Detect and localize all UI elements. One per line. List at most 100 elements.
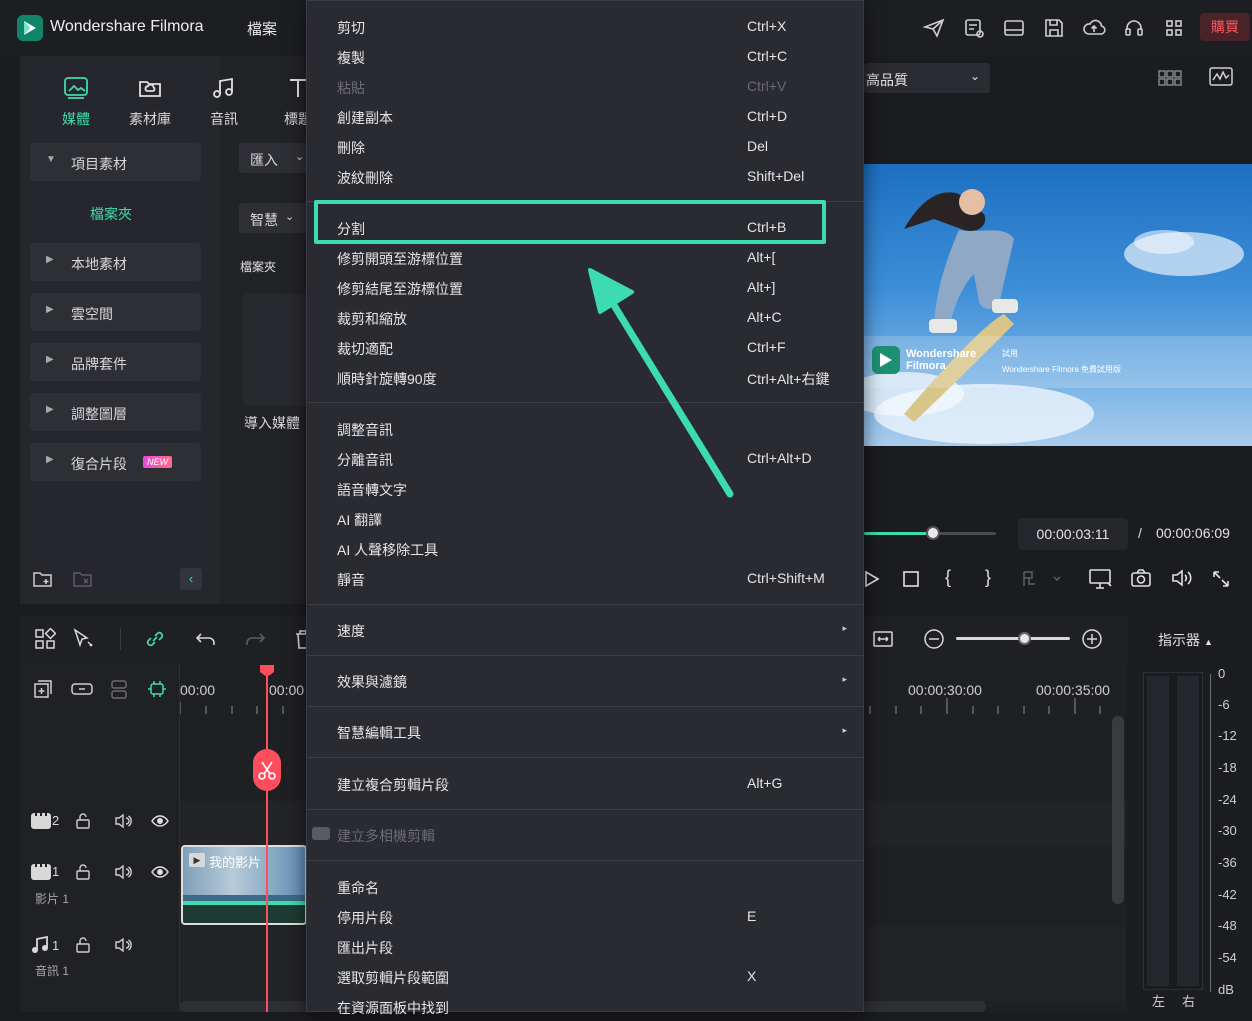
save-icon[interactable] <box>1042 16 1066 40</box>
mark-out-icon[interactable]: } <box>985 567 991 588</box>
sidebar-item-project-media[interactable]: ▼ 項目素材 <box>30 143 201 181</box>
menu-item[interactable]: 停用片段 E <box>337 901 857 931</box>
select-tool-icon[interactable] <box>72 628 96 650</box>
layout-icon[interactable] <box>1002 16 1026 40</box>
sidebar-item-label: 本地素材 <box>71 256 127 272</box>
playback-progress-handle[interactable] <box>925 526 940 540</box>
import-media-tile[interactable] <box>243 294 306 406</box>
lock-icon[interactable] <box>74 863 92 881</box>
snapshot-icon[interactable] <box>1130 568 1152 588</box>
playback-progress-fill <box>864 532 933 535</box>
menu-item-label: 複製 <box>337 50 365 66</box>
headset-icon[interactable] <box>1122 16 1146 40</box>
menu-item-shortcut: Ctrl+F <box>747 339 786 355</box>
db-label: -18 <box>1218 760 1237 775</box>
menu-item[interactable]: 選取剪輯片段範圍 X <box>337 961 857 991</box>
speaker-icon[interactable] <box>113 812 133 830</box>
current-time[interactable]: 00:00:03:11 <box>1018 518 1128 550</box>
menu-item[interactable]: 靜音 Ctrl+Shift+M <box>337 563 857 593</box>
menu-item[interactable]: 創建副本 Ctrl+D <box>337 101 857 131</box>
sidebar-item-local[interactable]: ▶ 本地素材 <box>30 243 201 281</box>
menu-item[interactable]: 智慧編輯工具 ▸ <box>337 716 857 746</box>
menu-item-label: 在資源面板中找到 <box>337 1000 449 1016</box>
quality-select[interactable]: 高品質 ⌄ <box>864 63 990 93</box>
play-icon[interactable] <box>864 570 880 588</box>
fullscreen-icon[interactable] <box>1212 570 1230 588</box>
volume-icon[interactable] <box>1170 568 1194 588</box>
delete-icon[interactable] <box>292 628 306 650</box>
app-title: Wondershare Filmora <box>50 18 204 35</box>
menu-item[interactable]: 剪切 Ctrl+X <box>337 11 857 41</box>
eye-icon[interactable] <box>150 863 170 881</box>
smart-dropdown[interactable]: 智慧 ⌄ <box>239 203 309 233</box>
meter-toggle[interactable]: 指示器 ▲ <box>1158 630 1213 650</box>
add-track-icon[interactable] <box>32 678 54 700</box>
new-folder-icon[interactable] <box>32 569 54 589</box>
video-clip[interactable]: ▶ 我的影片 <box>181 845 307 925</box>
meter-right-bar <box>1177 676 1199 986</box>
highlight-box <box>314 200 826 244</box>
collapse-panel-button[interactable]: ‹ <box>180 568 202 590</box>
apps-grid-icon[interactable] <box>1162 16 1186 40</box>
sidebar-folder[interactable]: 檔案夾 <box>90 204 132 224</box>
project-settings-icon[interactable] <box>962 16 986 40</box>
menu-item[interactable]: 匯出片段 <box>337 931 857 961</box>
lock-icon[interactable] <box>74 812 92 830</box>
zoom-in-icon[interactable] <box>1081 628 1103 650</box>
link-icon[interactable] <box>144 628 166 650</box>
display-icon[interactable] <box>1088 567 1114 591</box>
speaker-icon[interactable] <box>113 936 133 954</box>
zoom-out-icon[interactable] <box>923 628 945 650</box>
layout-grid-icon[interactable] <box>34 628 56 650</box>
vertical-scrollbar[interactable] <box>1112 716 1124 904</box>
zoom-slider[interactable] <box>956 632 1070 645</box>
import-dropdown[interactable]: 匯入 ⌄ <box>239 143 309 173</box>
waveform-monitor-icon[interactable] <box>1208 66 1234 88</box>
stop-icon[interactable] <box>902 570 920 588</box>
playhead-line[interactable] <box>266 670 268 1012</box>
eye-icon[interactable] <box>150 812 170 830</box>
track-number: 1 <box>52 938 60 953</box>
context-menu: 剪切 Ctrl+X 複製 Ctrl+C 粘貼 Ctrl+V 創建副本 Ctrl+D 刪除 Del 波… <box>306 0 864 1016</box>
grid-view-icon[interactable] <box>1157 68 1185 88</box>
zoom-slider-handle[interactable] <box>1018 632 1031 645</box>
menu-item[interactable]: 速度 ▸ <box>337 614 857 644</box>
menu-item[interactable]: AI 人聲移除工具 <box>337 533 857 563</box>
sidebar-item-compound-clip[interactable]: ▶ 復合片段 NEW <box>30 443 201 481</box>
menu-item[interactable]: 建立複合剪輯片段 Alt+G <box>337 768 857 798</box>
undo-icon[interactable] <box>195 628 217 650</box>
watermark-note: Wondershare Filmora 免費試用版 <box>1002 365 1121 374</box>
sidebar-item-cloud[interactable]: ▶ 雲空間 <box>30 293 201 331</box>
sidebar-item-adjustment-layer[interactable]: ▶ 調整圖層 <box>30 393 201 431</box>
menu-item[interactable]: 複製 Ctrl+C <box>337 41 857 71</box>
import-label: 匯入 <box>250 152 278 168</box>
video-preview[interactable]: Wondershare Filmora 試用 Wondershare Filmo… <box>864 164 1252 446</box>
menu-item[interactable]: AI 翻譯 <box>337 503 857 533</box>
send-icon[interactable] <box>922 16 946 40</box>
playhead-handle[interactable] <box>259 664 275 678</box>
speaker-icon[interactable] <box>113 863 133 881</box>
buy-button[interactable]: 購買 <box>1200 13 1250 41</box>
split-scissors-button[interactable] <box>253 749 281 791</box>
sidebar-item-brand-kit[interactable]: ▶ 品牌套件 <box>30 343 201 381</box>
tab-audio[interactable]: 音訊 <box>198 76 250 129</box>
menu-item[interactable]: 刪除 Del <box>337 131 857 161</box>
tab-media[interactable]: 媒體 <box>50 76 102 129</box>
cloud-upload-icon[interactable] <box>1082 16 1106 40</box>
link-clips-icon[interactable] <box>70 678 94 700</box>
mark-in-icon[interactable]: { <box>945 567 951 588</box>
clip-play-icon: ▶ <box>189 853 205 867</box>
menu-item-label: 裁剪和縮放 <box>337 311 407 327</box>
menu-file[interactable]: 檔案 <box>247 18 277 39</box>
menu-item[interactable]: 在資源面板中找到 <box>337 991 857 1021</box>
ai-detect-icon[interactable] <box>146 678 168 700</box>
lock-icon[interactable] <box>74 936 92 954</box>
playback-progress-track[interactable] <box>864 526 996 540</box>
menu-item-shortcut: Alt+] <box>747 279 776 295</box>
menu-item[interactable]: 重命名 <box>337 871 857 901</box>
menu-item[interactable]: 效果與濾鏡 ▸ <box>337 665 857 695</box>
tab-stock[interactable]: 素材庫 <box>124 76 176 129</box>
menu-item[interactable]: 波紋刪除 Shift+Del <box>337 161 857 191</box>
menu-item-label: 選取剪輯片段範圍 <box>337 970 449 986</box>
fit-timeline-icon[interactable] <box>872 628 894 650</box>
